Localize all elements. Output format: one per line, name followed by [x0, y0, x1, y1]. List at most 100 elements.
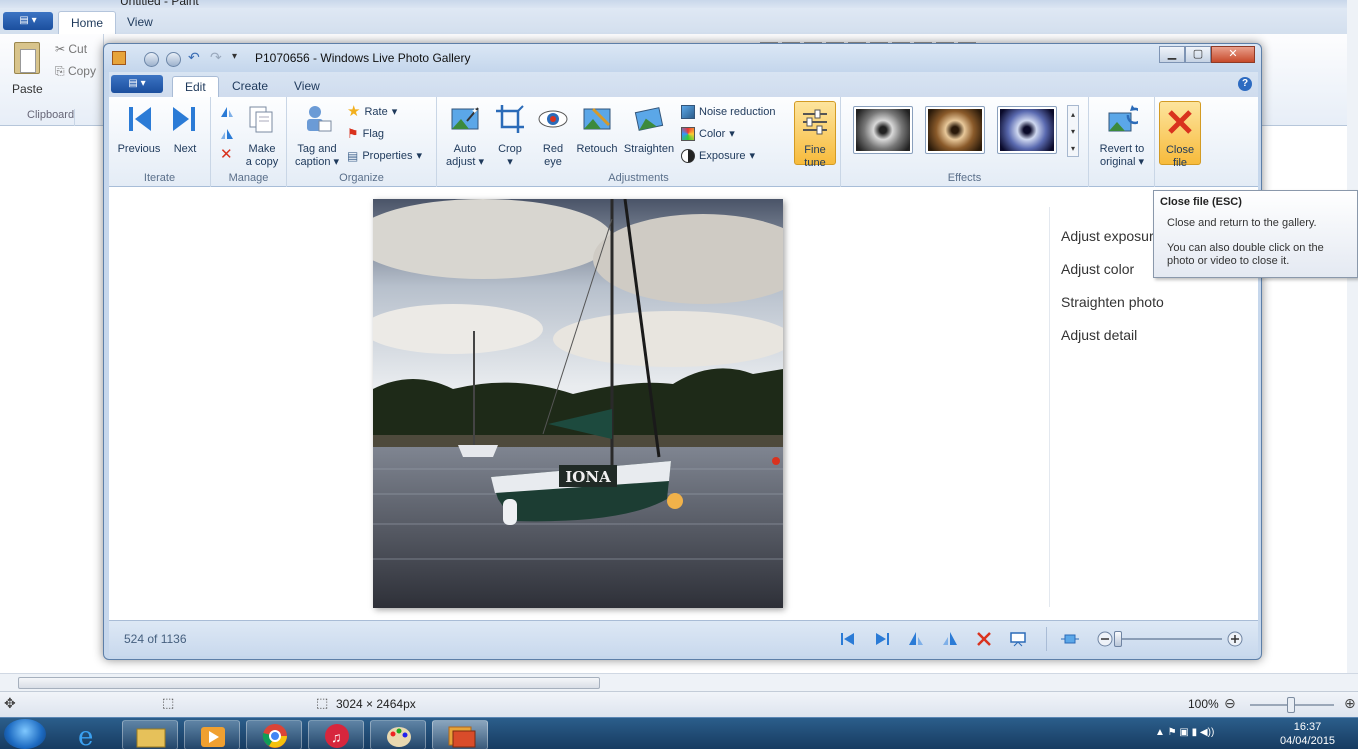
zoom-in-icon[interactable]: ⊕ — [1344, 695, 1356, 712]
window-title-bar[interactable]: ↶ ↷ ▾ P1070656 - Windows Live Photo Gall… — [104, 44, 1261, 72]
undo-icon[interactable]: ↶ — [188, 49, 200, 66]
properties-button[interactable]: ▤ Properties ▾ — [347, 147, 422, 165]
straighten-button[interactable]: Straighten — [621, 103, 677, 156]
noise-reduction-icon — [681, 105, 695, 119]
tab-edit[interactable]: Edit — [172, 76, 219, 97]
paint-vertical-scrollbar[interactable] — [1347, 0, 1358, 717]
last-icon[interactable] — [873, 630, 891, 648]
redo-icon[interactable]: ↷ — [210, 49, 222, 66]
tab-create[interactable]: Create — [220, 76, 280, 97]
effects-gallery-scroll[interactable]: ▴ ▾ ▾ — [1067, 105, 1079, 157]
effect-cyanotype[interactable] — [997, 106, 1057, 154]
effect-black-and-white[interactable] — [853, 106, 913, 154]
rotate-right-icon[interactable] — [219, 127, 235, 141]
minimize-button[interactable]: ▁ — [1159, 46, 1185, 63]
next-button[interactable]: Next — [165, 103, 205, 156]
paint-horizontal-scrollbar[interactable] — [0, 673, 1358, 691]
flag-icon: ⚑ — [347, 126, 359, 141]
zoom-slider[interactable] — [1118, 638, 1222, 640]
red-eye-button[interactable]: Red eye — [533, 103, 573, 169]
group-effects: ▴ ▾ ▾ Effects — [841, 97, 1089, 187]
photo-preview[interactable]: IONA — [353, 198, 813, 608]
start-button-icon[interactable] — [4, 719, 46, 749]
clock[interactable]: 16:37 04/04/2015 — [1280, 720, 1335, 748]
zoom-out-icon[interactable] — [1096, 630, 1114, 648]
app-menu-button[interactable]: ▤ ▾ — [111, 75, 163, 93]
media-player-icon[interactable] — [184, 720, 240, 749]
adjust-exposure-option[interactable]: Adjust exposure — [1061, 228, 1161, 244]
bottom-toolbar: 524 of 1136 — [109, 620, 1258, 656]
copy-icon — [249, 106, 273, 133]
paint-tab-view[interactable]: View — [115, 11, 165, 34]
close-file-tooltip: Close file (ESC) Close and return to the… — [1153, 190, 1358, 278]
group-label-organize: Organize — [339, 172, 384, 184]
close-window-button[interactable]: ✕ — [1211, 46, 1255, 63]
back-icon[interactable] — [144, 52, 159, 67]
paint-app-menu-button[interactable]: ▤ ▾ — [3, 12, 53, 30]
previous-icon — [129, 107, 151, 131]
delete-bottom-icon[interactable] — [975, 630, 993, 648]
fine-tune-icon — [803, 109, 827, 135]
file-explorer-icon[interactable] — [122, 720, 178, 749]
rotate-left-icon[interactable] — [219, 105, 235, 119]
rotate-right-bottom-icon[interactable] — [941, 630, 959, 648]
zoom-in-icon[interactable] — [1226, 630, 1244, 648]
paste-button-label[interactable]: Paste — [12, 82, 43, 96]
adjust-detail-option[interactable]: Adjust detail — [1061, 327, 1137, 343]
delete-icon[interactable]: ✕ — [220, 145, 233, 163]
paste-icon[interactable] — [14, 42, 40, 74]
fine-tune-button[interactable]: Fine tune — [794, 101, 836, 169]
exposure-button[interactable]: Exposure ▾ — [681, 147, 755, 165]
itunes-icon[interactable]: ♫ — [308, 720, 364, 749]
revert-icon — [1108, 105, 1144, 132]
photo-count: 524 of 1136 — [124, 632, 187, 646]
star-icon: ★ — [347, 103, 361, 120]
maximize-button[interactable]: ▢ — [1185, 46, 1211, 63]
tray-icons[interactable]: ▲ ⚑ ▣ ▮ ◀)) — [1155, 727, 1214, 738]
flag-button[interactable]: ⚑ Flag — [347, 125, 384, 143]
revert-to-original-button[interactable]: Revert to original ▾ — [1093, 103, 1151, 169]
color-button[interactable]: Color ▾ — [681, 125, 735, 143]
crop-button[interactable]: Crop ▾ — [491, 103, 529, 169]
photo-gallery-window: ↶ ↷ ▾ P1070656 - Windows Live Photo Gall… — [103, 43, 1262, 660]
straighten-photo-option[interactable]: Straighten photo — [1061, 294, 1164, 310]
paint-tab-home[interactable]: Home — [58, 11, 117, 34]
paint-zoom-level: 100% — [1188, 697, 1219, 711]
zoom-out-icon[interactable]: ⊖ — [1224, 695, 1236, 712]
paint-zoom-thumb[interactable] — [1287, 697, 1295, 713]
auto-adjust-icon: ✦ — [451, 106, 479, 130]
auto-adjust-button[interactable]: ✦ Auto adjust ▾ — [443, 103, 487, 169]
tab-view[interactable]: View — [282, 76, 332, 97]
next-icon — [173, 107, 195, 131]
cut-button[interactable]: ✂ Cut — [55, 42, 87, 56]
group-label-effects: Effects — [947, 172, 982, 184]
previous-button[interactable]: Previous — [115, 103, 163, 156]
app-icon[interactable] — [112, 51, 126, 65]
slideshow-icon[interactable] — [1009, 630, 1027, 648]
tag-and-caption-button[interactable]: Tag and caption ▾ — [291, 103, 343, 169]
taskbar: e ♫ ▲ ⚑ ▣ ▮ ◀)) 16:37 04/04/2015 — [0, 717, 1358, 749]
chrome-icon[interactable] — [246, 720, 302, 749]
adjust-color-option[interactable]: Adjust color — [1061, 261, 1134, 277]
make-copy-button[interactable]: Make a copy — [241, 103, 283, 169]
scrollbar-thumb[interactable] — [18, 677, 600, 689]
zoom-slider-thumb[interactable] — [1114, 631, 1122, 647]
close-file-button[interactable]: Close file — [1159, 101, 1201, 169]
retouch-button[interactable]: Retouch — [573, 103, 621, 156]
copy-button[interactable]: ⎘ Copy — [55, 64, 96, 79]
quick-access-dropdown-icon[interactable]: ▾ — [232, 51, 237, 62]
help-icon[interactable]: ? — [1238, 77, 1252, 91]
noise-reduction-button[interactable]: Noise reduction — [681, 103, 775, 121]
first-icon[interactable] — [839, 630, 857, 648]
color-icon — [681, 127, 695, 141]
forward-icon[interactable] — [166, 52, 181, 67]
rotate-left-bottom-icon[interactable] — [907, 630, 925, 648]
rate-button[interactable]: ★ Rate ▾ — [347, 103, 397, 121]
group-label-adjustments: Adjustments — [608, 172, 669, 184]
paint-taskbar-icon[interactable] — [370, 720, 426, 749]
effect-sepia[interactable] — [925, 106, 985, 154]
internet-explorer-icon[interactable]: e — [62, 720, 118, 749]
window-title: P1070656 - Windows Live Photo Gallery — [255, 51, 471, 65]
photo-gallery-taskbar-icon[interactable] — [432, 720, 488, 749]
actual-size-icon[interactable] — [1061, 630, 1079, 648]
